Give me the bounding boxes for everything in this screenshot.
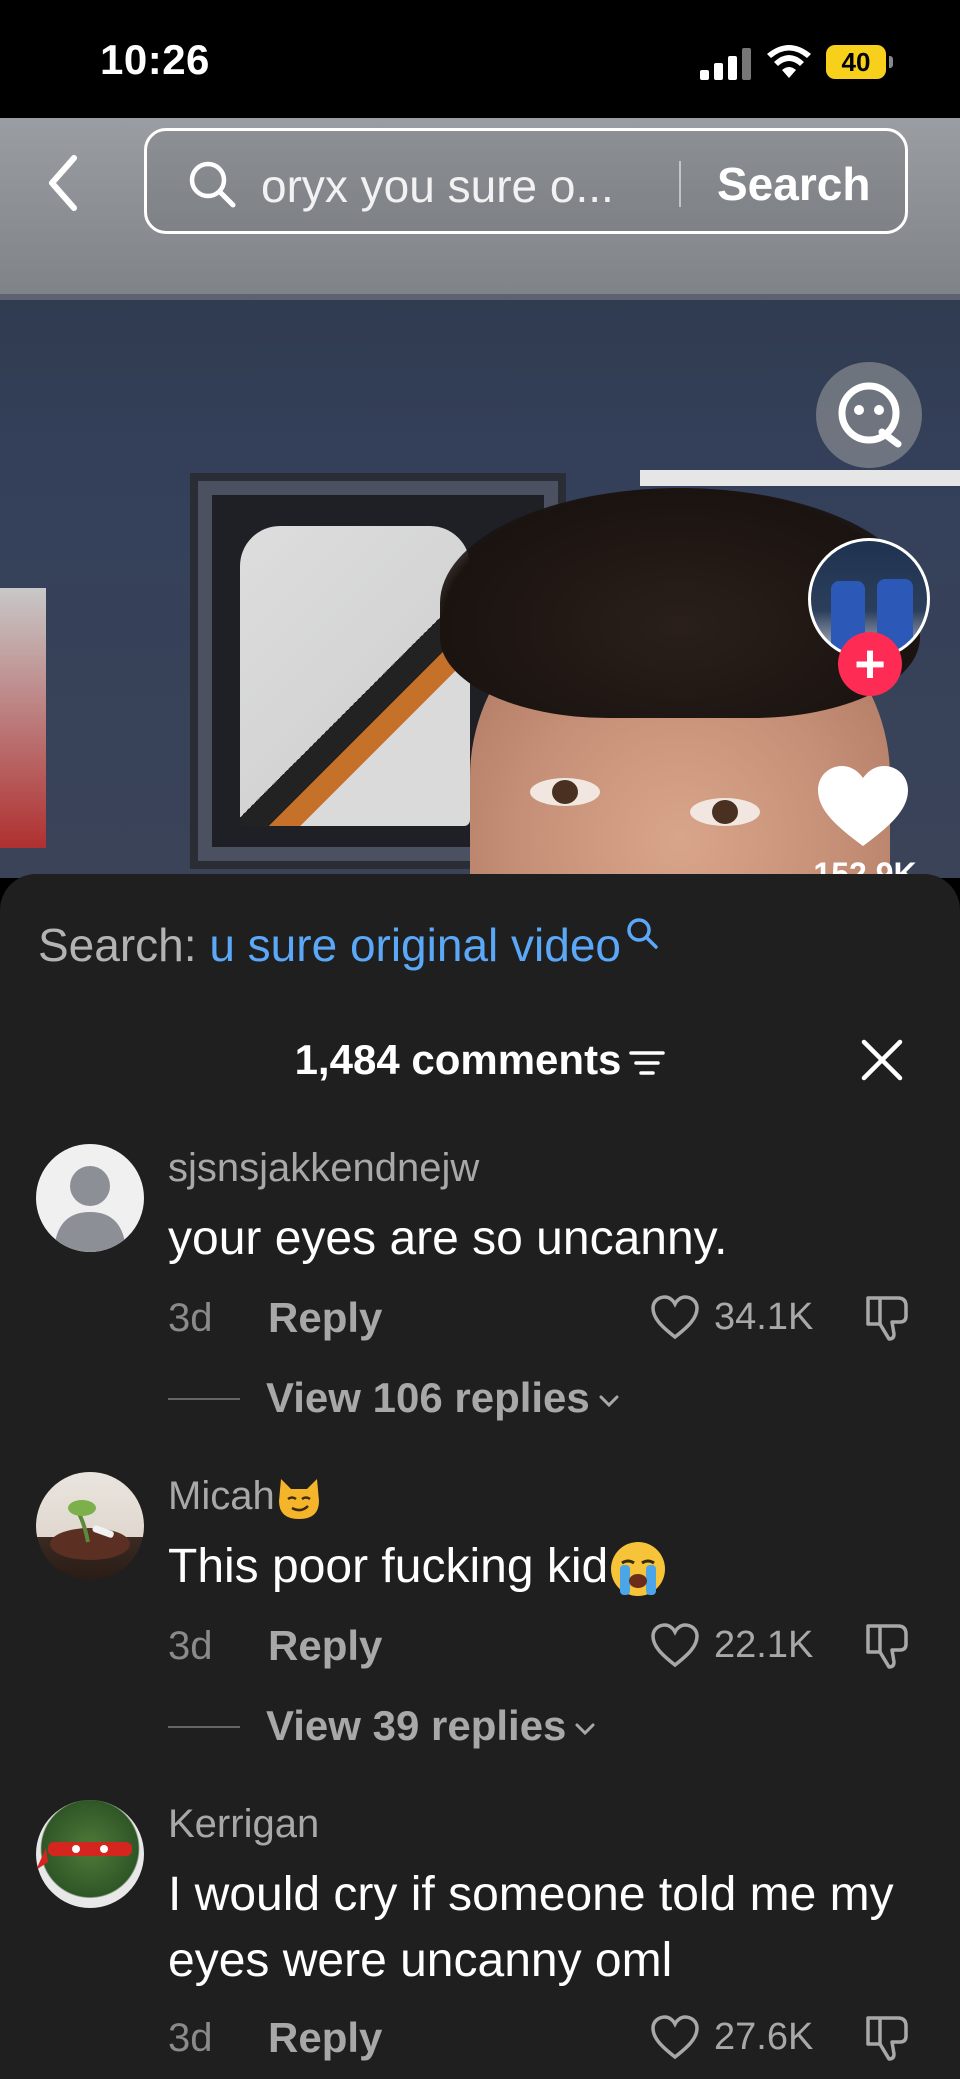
- back-chevron-icon[interactable]: [40, 148, 90, 218]
- search-query-text[interactable]: oryx you sure o...: [261, 159, 614, 213]
- view-replies-button[interactable]: View 106 replies: [266, 1374, 622, 1422]
- comment-username[interactable]: Micah: [168, 1474, 323, 1521]
- video-wall-trim: [0, 294, 960, 300]
- avatar[interactable]: [36, 1472, 144, 1580]
- search-bar[interactable]: oryx you sure o... Search: [144, 128, 908, 234]
- search-icon: [627, 918, 658, 949]
- loudly-crying-emoji-icon: [611, 1542, 666, 1597]
- comment-text-body: This poor fucking kid: [168, 1540, 609, 1593]
- status-bar: 10:26 40: [0, 0, 960, 118]
- reply-button[interactable]: Reply: [268, 1294, 382, 1342]
- comment-text: This poor fucking kid: [168, 1534, 908, 1600]
- comment-age: 3d: [168, 1296, 213, 1340]
- comment-text: I would cry if someone told me my eyes w…: [168, 1868, 894, 1987]
- status-time: 10:26: [100, 36, 210, 83]
- chevron-down-icon: [575, 1723, 595, 1736]
- comment-username-text: Micah: [168, 1474, 275, 1518]
- smirk-cat-emoji-icon: [278, 1479, 319, 1520]
- view-replies-label: View 39 replies: [266, 1702, 567, 1749]
- reply-button[interactable]: Reply: [268, 2014, 382, 2062]
- like-heart-icon[interactable]: [816, 764, 910, 848]
- video-eye-right: [690, 798, 760, 826]
- comment-username[interactable]: sjsnsjakkendnejw: [168, 1146, 479, 1191]
- view-replies-button[interactable]: View 39 replies: [266, 1702, 598, 1750]
- view-replies-label: View 106 replies: [266, 1374, 590, 1421]
- video-shelf: [640, 470, 960, 486]
- comment-like-count: 34.1K: [714, 1296, 814, 1338]
- comment-age: 3d: [168, 1624, 213, 1668]
- related-search-label: Search:: [38, 919, 197, 971]
- visual-search-icon: [838, 382, 902, 448]
- close-icon[interactable]: [858, 1036, 906, 1084]
- default-avatar-icon: [54, 1166, 126, 1252]
- follow-plus-button[interactable]: +: [838, 632, 902, 696]
- comment-username[interactable]: Kerrigan: [168, 1802, 319, 1847]
- chevron-down-icon: [599, 1395, 619, 1408]
- replies-divider: [168, 1398, 240, 1400]
- comments-title: 1,484 comments: [0, 1036, 960, 1084]
- comment-like-count: 27.6K: [714, 2016, 814, 2058]
- video-flag: [0, 588, 46, 848]
- search-divider: [679, 161, 681, 207]
- search-button[interactable]: Search: [717, 157, 870, 211]
- comments-count: 1,484 comments: [294, 1036, 622, 1083]
- comment-text: your eyes are so uncanny.: [168, 1212, 728, 1265]
- avatar[interactable]: [36, 1144, 144, 1252]
- heart-outline-icon[interactable]: [650, 1294, 700, 1340]
- battery-indicator: 40: [826, 45, 886, 79]
- battery-nub: [889, 56, 893, 68]
- replies-divider: [168, 1726, 240, 1728]
- comments-sheet: Search: u sure original video 1,484 comm…: [0, 874, 960, 2079]
- video-jersey: [240, 526, 470, 826]
- plant-avatar-icon: [50, 1500, 130, 1560]
- like-count: 152.9K: [813, 856, 917, 874]
- search-lens-button[interactable]: [816, 362, 922, 468]
- comment-like-count: 22.1K: [714, 1624, 814, 1666]
- video-eye-left: [530, 778, 600, 806]
- related-search-term[interactable]: u sure original video: [209, 919, 621, 971]
- dislike-icon[interactable]: [862, 2012, 912, 2062]
- avatar[interactable]: [36, 1800, 144, 1908]
- wifi-icon: [767, 45, 811, 78]
- dislike-icon[interactable]: [862, 1292, 912, 1342]
- search-icon: [189, 161, 236, 208]
- comment-age: 3d: [168, 2016, 213, 2060]
- cellular-signal-icon: [700, 48, 751, 80]
- reply-button[interactable]: Reply: [268, 1622, 382, 1670]
- dislike-icon[interactable]: [862, 1620, 912, 1670]
- heart-outline-icon[interactable]: [650, 2014, 700, 2060]
- related-search[interactable]: Search: u sure original video: [38, 918, 659, 972]
- heart-outline-icon[interactable]: [650, 1622, 700, 1668]
- ninja-turtle-avatar-icon: [36, 1842, 132, 1870]
- sort-filter-icon[interactable]: [629, 1048, 666, 1078]
